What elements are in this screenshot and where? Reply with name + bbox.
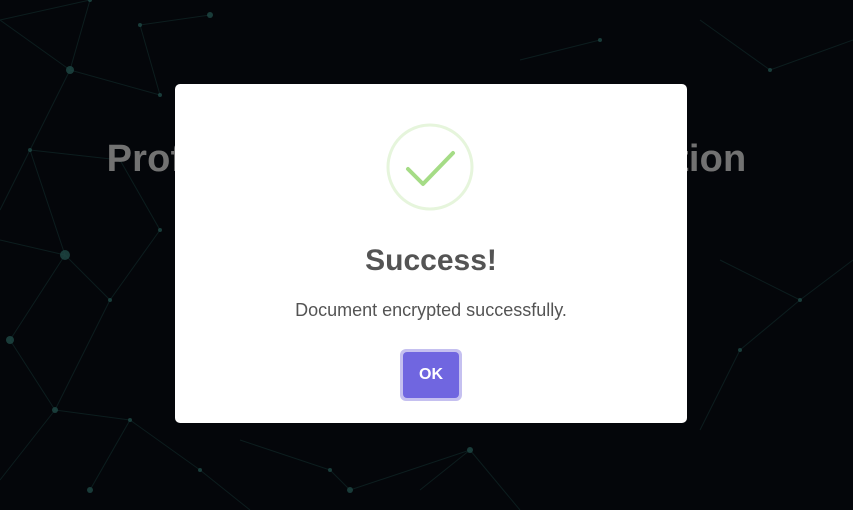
ok-button-focus-ring: OK bbox=[400, 349, 462, 401]
dialog-message: Document encrypted successfully. bbox=[295, 300, 567, 320]
ok-button[interactable]: OK bbox=[403, 352, 459, 398]
success-check-icon bbox=[386, 123, 474, 211]
dialog-title: Success! bbox=[365, 244, 497, 277]
app-viewport: Professional Document Encryption Success… bbox=[0, 0, 853, 510]
success-dialog: Success! Document encrypted successfully… bbox=[175, 84, 687, 423]
